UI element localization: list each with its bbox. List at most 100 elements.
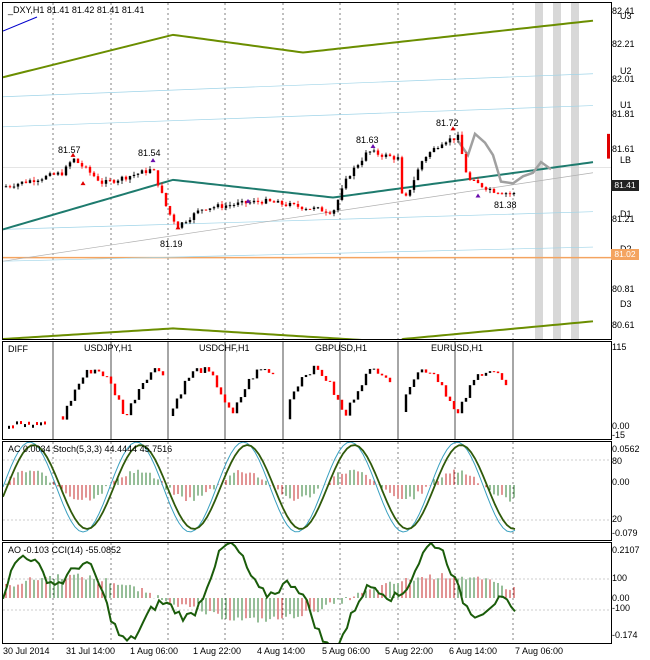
candle-body <box>64 166 68 176</box>
diff-candle <box>137 389 141 400</box>
diff-candle <box>300 377 304 387</box>
cci-header: AO -0.103 CCI(14) -55.0852 <box>8 545 122 555</box>
diff-candle <box>432 372 436 375</box>
candle-body <box>208 208 212 210</box>
cci-pane[interactable]: AO -0.103 CCI(14) -55.0852 <box>2 542 612 644</box>
candle-body <box>152 169 156 171</box>
candle-body <box>480 183 484 188</box>
candle-body <box>76 158 80 164</box>
candle-body <box>164 192 168 207</box>
candle-body <box>508 193 512 195</box>
candle-body <box>316 207 320 209</box>
stoch-header: AC 0.0034 Stoch(5,3,3) 44.4444 45.7516 <box>8 444 173 454</box>
diff-candle <box>195 368 199 372</box>
candle-body <box>420 161 424 170</box>
candle-body <box>436 148 440 150</box>
diff-candle <box>259 369 263 371</box>
candle-body <box>336 199 340 211</box>
stoch-pane[interactable]: AC 0.0034 Stoch(5,3,3) 44.4444 45.7516 <box>2 441 612 541</box>
candle-body <box>412 180 416 190</box>
diff-candle <box>336 394 340 400</box>
pair-label: USDJPY,H1 <box>84 343 133 353</box>
diff-candle <box>231 407 235 414</box>
diff-candle <box>271 372 275 375</box>
shade-column <box>535 3 543 339</box>
candle-body <box>48 173 52 176</box>
diff-candle <box>464 397 468 402</box>
candle-body <box>408 189 412 196</box>
diff-candle <box>372 368 376 370</box>
diff-pane[interactable]: DIFF <box>2 341 612 440</box>
price-tick: 80.81 <box>612 284 635 294</box>
price-tick: 80.61 <box>612 320 635 330</box>
candle-body <box>236 202 240 205</box>
candle-body <box>492 189 496 193</box>
candle-body <box>96 176 100 181</box>
diff-candle <box>89 369 93 374</box>
date-label: 5 Aug 06:00 <box>322 646 371 656</box>
diff-candle <box>388 377 392 383</box>
diff-candle <box>24 424 26 428</box>
candle-body <box>16 183 20 187</box>
diff-candle <box>480 374 484 376</box>
main-chart-pane[interactable]: _DXY,H1 81.41 81.42 81.41 81.41 <box>2 2 612 340</box>
diff-candle <box>408 386 412 395</box>
main-price-chart <box>3 3 611 339</box>
stoch-tick: 20 <box>612 514 623 524</box>
candle-body <box>416 169 420 181</box>
diff-candle <box>157 368 161 372</box>
diff-candle <box>85 369 89 378</box>
annotation-label: 81.54 <box>138 148 161 158</box>
diff-candle <box>440 382 444 386</box>
candle-body <box>288 202 292 206</box>
date-label: 5 Aug 22:00 <box>385 646 434 656</box>
diff-candle <box>288 399 292 420</box>
candle-body <box>36 180 40 182</box>
diff-candle <box>65 405 69 420</box>
diff-candle <box>191 371 195 378</box>
cci-tick: 100 <box>612 573 628 583</box>
diff-candle <box>149 372 153 380</box>
diff-candle <box>129 403 133 416</box>
candle-body <box>300 206 304 210</box>
date-label: 1 Aug 06:00 <box>130 646 179 656</box>
candle-body <box>92 172 96 177</box>
diff-candle <box>448 396 452 402</box>
candle-body <box>512 193 516 195</box>
candle-body <box>256 200 260 202</box>
level-label: U3 <box>620 11 632 21</box>
date-label: 4 Aug 14:00 <box>257 646 306 656</box>
diff-candle <box>101 371 105 377</box>
candle-body <box>392 156 396 160</box>
level-label: D3 <box>620 299 632 309</box>
candle-body <box>488 189 492 191</box>
candle-body <box>184 222 188 224</box>
candle-body <box>24 181 28 183</box>
annotation-label: 81.63 <box>356 135 379 145</box>
diff-candle <box>504 379 508 386</box>
diff-candle <box>500 373 504 380</box>
diff-candle <box>183 380 187 395</box>
diff-candle <box>69 400 73 406</box>
candle-body <box>452 138 456 141</box>
diff-candle <box>324 375 328 381</box>
diff-candle <box>175 398 179 409</box>
diff-candle <box>141 383 145 390</box>
diff-candle <box>16 421 18 425</box>
candle-body <box>220 204 224 208</box>
diff-candle <box>360 385 364 392</box>
price-tick: 81.81 <box>612 109 635 119</box>
fractal-marker <box>150 158 156 163</box>
annotation-label: 81.72 <box>436 118 459 128</box>
candle-body <box>260 201 264 204</box>
candle-body <box>340 188 344 200</box>
candle-body <box>72 158 76 163</box>
diff-candle <box>376 368 380 374</box>
diff-candle <box>117 395 121 400</box>
diff-candle <box>380 373 384 376</box>
candle-body <box>252 200 256 203</box>
diff-candle <box>263 369 267 371</box>
diff-candle <box>424 369 428 373</box>
candle-body <box>200 209 204 211</box>
candle-body <box>356 165 360 168</box>
